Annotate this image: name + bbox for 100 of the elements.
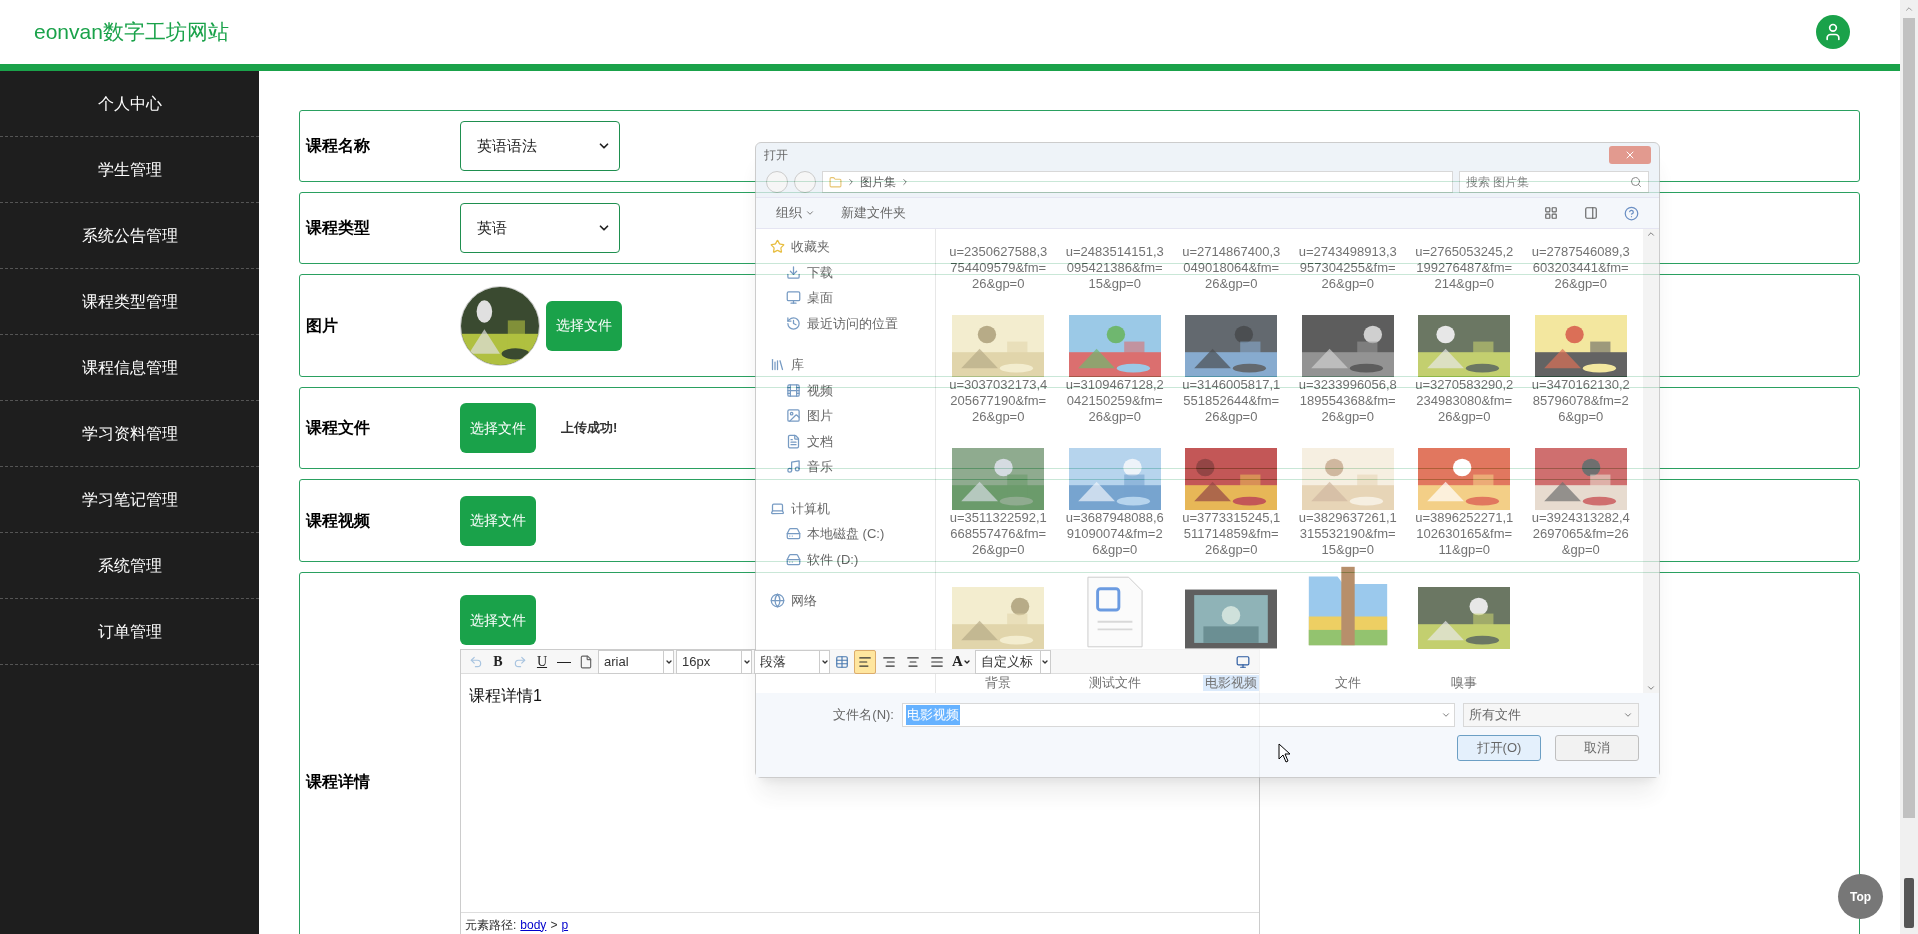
- select-field[interactable]: 英语语法: [460, 121, 620, 171]
- close-button[interactable]: [1609, 146, 1651, 164]
- nav-item[interactable]: 下载: [770, 262, 921, 282]
- file-name[interactable]: 背景: [983, 675, 1014, 691]
- field-label: 图片: [306, 315, 339, 336]
- nav-item[interactable]: 软件 (D:): [770, 549, 921, 569]
- choose-file-button[interactable]: 选择文件: [460, 595, 536, 645]
- file-name[interactable]: u=3146005817,1551852644&fm=26&gp=0: [1179, 377, 1284, 425]
- file-name[interactable]: 嗅事: [1449, 675, 1480, 691]
- page-icon[interactable]: [579, 654, 593, 669]
- file-name[interactable]: u=2765053245,2199276487&fm=214&gp=0: [1412, 244, 1517, 292]
- file-name[interactable]: u=3829637261,1315532190&fm=15&gp=0: [1295, 510, 1400, 558]
- nav-item[interactable]: 库: [770, 355, 921, 375]
- filename-label: 文件名(N):: [832, 706, 894, 725]
- sidebar-item[interactable]: 课程类型管理: [0, 269, 259, 335]
- file-name[interactable]: u=2714867400,3049018064&fm=26&gp=0: [1179, 244, 1284, 292]
- nav-item[interactable]: 图片: [770, 406, 921, 426]
- element-path-label: 元素路径:: [465, 916, 517, 934]
- path-link[interactable]: p: [561, 915, 569, 934]
- path-link[interactable]: body: [520, 915, 547, 934]
- file-name[interactable]: u=3109467128,2042150259&fm=26&gp=0: [1062, 377, 1167, 425]
- horizontal-rule-button[interactable]: —: [554, 651, 574, 672]
- network-icon: [770, 593, 785, 609]
- choose-file-button[interactable]: 选择文件: [460, 495, 536, 546]
- dialog-button[interactable]: 取消: [1555, 735, 1639, 761]
- bold-button[interactable]: B: [488, 651, 508, 672]
- dialog-scrollbar[interactable]: [1643, 229, 1659, 693]
- choose-file-button[interactable]: 选择文件: [460, 403, 536, 453]
- nav-item[interactable]: 计算机: [770, 498, 921, 518]
- monitor-icon[interactable]: [1236, 654, 1250, 669]
- site-title[interactable]: eonvan数字工坊网站: [34, 16, 229, 48]
- file-name[interactable]: u=3511322592,1668557476&fm=26&gp=0: [946, 510, 1051, 558]
- toolbar-select[interactable]: arial: [598, 649, 674, 674]
- music-icon: [786, 459, 801, 475]
- view-icon[interactable]: [1544, 206, 1558, 220]
- nav-item[interactable]: 收藏夹: [770, 237, 921, 257]
- toolbar-select[interactable]: 16px: [676, 649, 752, 674]
- field-label: 课程文件: [306, 418, 371, 438]
- film-icon: [1185, 589, 1278, 649]
- file-name[interactable]: u=3270583290,2234983080&fm=26&gp=0: [1412, 377, 1517, 425]
- back-to-top-button[interactable]: Top: [1838, 874, 1883, 919]
- file-name[interactable]: u=3037032173,4205677190&fm=26&gp=0: [946, 377, 1051, 425]
- font-color-button[interactable]: A: [950, 650, 973, 673]
- file-type-select[interactable]: 所有文件: [1463, 703, 1639, 727]
- sidebar-item[interactable]: 系统管理: [0, 533, 259, 599]
- caret-icon: [805, 208, 815, 218]
- user-avatar-button[interactable]: [1816, 15, 1850, 49]
- desktop-icon: [786, 290, 801, 306]
- dialog-toolbar-button[interactable]: 新建文件夹: [841, 203, 906, 223]
- file-name[interactable]: u=3773315245,1511714859&fm=26&gp=0: [1179, 510, 1284, 558]
- file-name[interactable]: u=3687948088,691090074&fm=26&gp=0: [1062, 510, 1167, 558]
- file-name[interactable]: u=3896252271,1102630165&fm=11&gp=0: [1412, 510, 1517, 558]
- dialog-toolbar-button[interactable]: 组织: [776, 203, 815, 223]
- file-name[interactable]: u=3470162130,285796078&fm=26&gp=0: [1528, 377, 1633, 425]
- nav-item[interactable]: 最近访问的位置: [770, 313, 921, 333]
- scrollbar[interactable]: [1900, 0, 1918, 934]
- file-name[interactable]: u=2743498913,3957304255&fm=26&gp=0: [1295, 244, 1400, 292]
- search-icon: [1630, 176, 1642, 188]
- search-field[interactable]: 搜索 图片集: [1459, 171, 1649, 193]
- address-bar[interactable]: 图片集: [822, 171, 1453, 193]
- field-label: 课程详情: [306, 772, 371, 792]
- sidebar-item[interactable]: 订单管理: [0, 599, 259, 665]
- dialog-button[interactable]: 打开(O): [1457, 735, 1541, 761]
- help-icon[interactable]: [1624, 205, 1639, 221]
- file-name[interactable]: u=3233996056,8189554368&fm=26&gp=0: [1295, 377, 1400, 425]
- file-name[interactable]: u=2483514151,3095421386&fm=15&gp=0: [1062, 244, 1167, 292]
- align-left-icon[interactable]: [854, 649, 876, 674]
- nav-item[interactable]: 网络: [770, 591, 921, 611]
- file-name[interactable]: u=2350627588,3754409579&fm=26&gp=0: [946, 244, 1051, 292]
- nav-item[interactable]: 本地磁盘 (C:): [770, 524, 921, 544]
- sidebar-item[interactable]: 系统公告管理: [0, 203, 259, 269]
- user-icon: [1823, 22, 1843, 42]
- file-name[interactable]: u=2787546089,3603203441&fm=26&gp=0: [1528, 244, 1633, 292]
- file-name[interactable]: u=3924313282,42697065&fm=26&gp=0: [1528, 510, 1633, 558]
- nav-item[interactable]: 视频: [770, 380, 921, 400]
- table-icon[interactable]: [835, 654, 849, 669]
- download-icon: [786, 264, 801, 280]
- toolbar-select[interactable]: 自定义标: [974, 649, 1051, 674]
- chevron-right-icon: [846, 177, 856, 187]
- nav-item[interactable]: 音乐: [770, 457, 921, 477]
- nav-item[interactable]: 桌面: [770, 288, 921, 308]
- preview-pane-icon[interactable]: [1584, 206, 1598, 220]
- underline-button[interactable]: U: [532, 651, 552, 672]
- sidebar-item[interactable]: 个人中心: [0, 71, 259, 137]
- sidebar-item[interactable]: 学习笔记管理: [0, 467, 259, 533]
- sidebar-item[interactable]: 课程信息管理: [0, 335, 259, 401]
- scrollbar-thumb[interactable]: [1903, 18, 1915, 818]
- file-name[interactable]: 文件: [1332, 675, 1363, 691]
- file-name[interactable]: 电影视频: [1203, 675, 1260, 691]
- sidebar-item[interactable]: 学习资料管理: [0, 401, 259, 467]
- toolbar-select[interactable]: 段落: [754, 649, 830, 674]
- select-field[interactable]: 英语: [460, 203, 620, 253]
- file-name[interactable]: 测试文件: [1086, 675, 1143, 691]
- nav-item[interactable]: 文档: [770, 431, 921, 451]
- drive-icon: [786, 551, 801, 567]
- cursor-icon: [1278, 743, 1290, 763]
- sidebar-item[interactable]: 学生管理: [0, 137, 259, 203]
- choose-file-button[interactable]: 选择文件: [546, 300, 622, 351]
- chevron-down-icon: [1646, 683, 1656, 693]
- folder-icon: [829, 175, 842, 189]
